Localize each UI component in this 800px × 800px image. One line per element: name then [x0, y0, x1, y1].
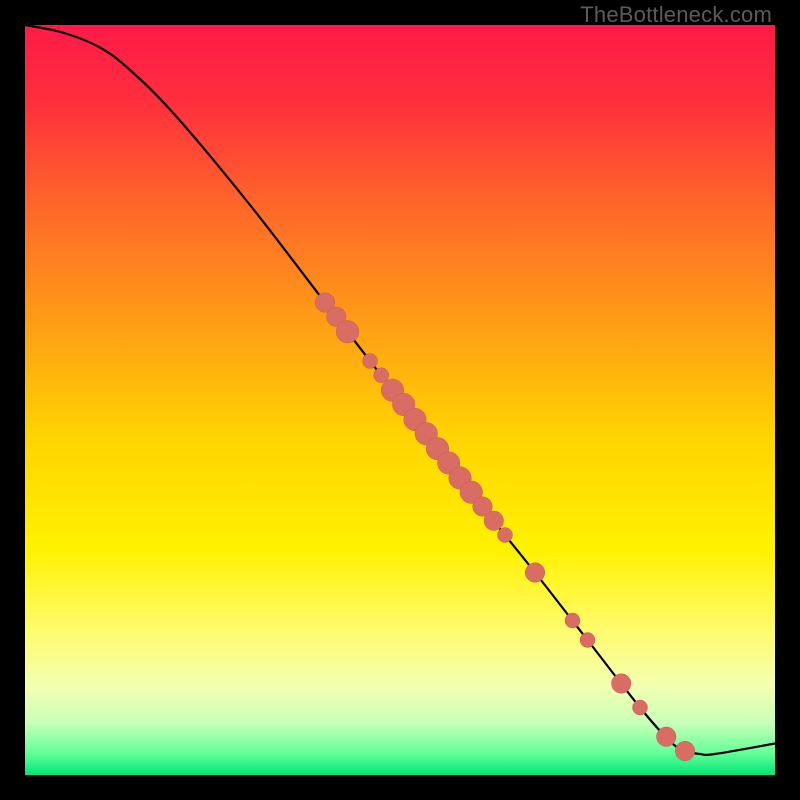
scatter-marker [484, 511, 504, 531]
scatter-markers [315, 293, 695, 761]
scatter-marker [525, 563, 545, 583]
chart-svg [25, 25, 775, 775]
plot-area [25, 25, 775, 775]
scatter-marker [565, 613, 580, 628]
scatter-marker [498, 528, 513, 543]
scatter-marker [336, 321, 359, 344]
scatter-marker [675, 741, 695, 761]
chart-frame: { "watermark": "TheBottleneck.com", "col… [0, 0, 800, 800]
scatter-marker [363, 354, 378, 369]
scatter-marker [633, 700, 648, 715]
scatter-marker [580, 633, 595, 648]
scatter-marker [657, 727, 677, 747]
scatter-marker [612, 674, 632, 694]
